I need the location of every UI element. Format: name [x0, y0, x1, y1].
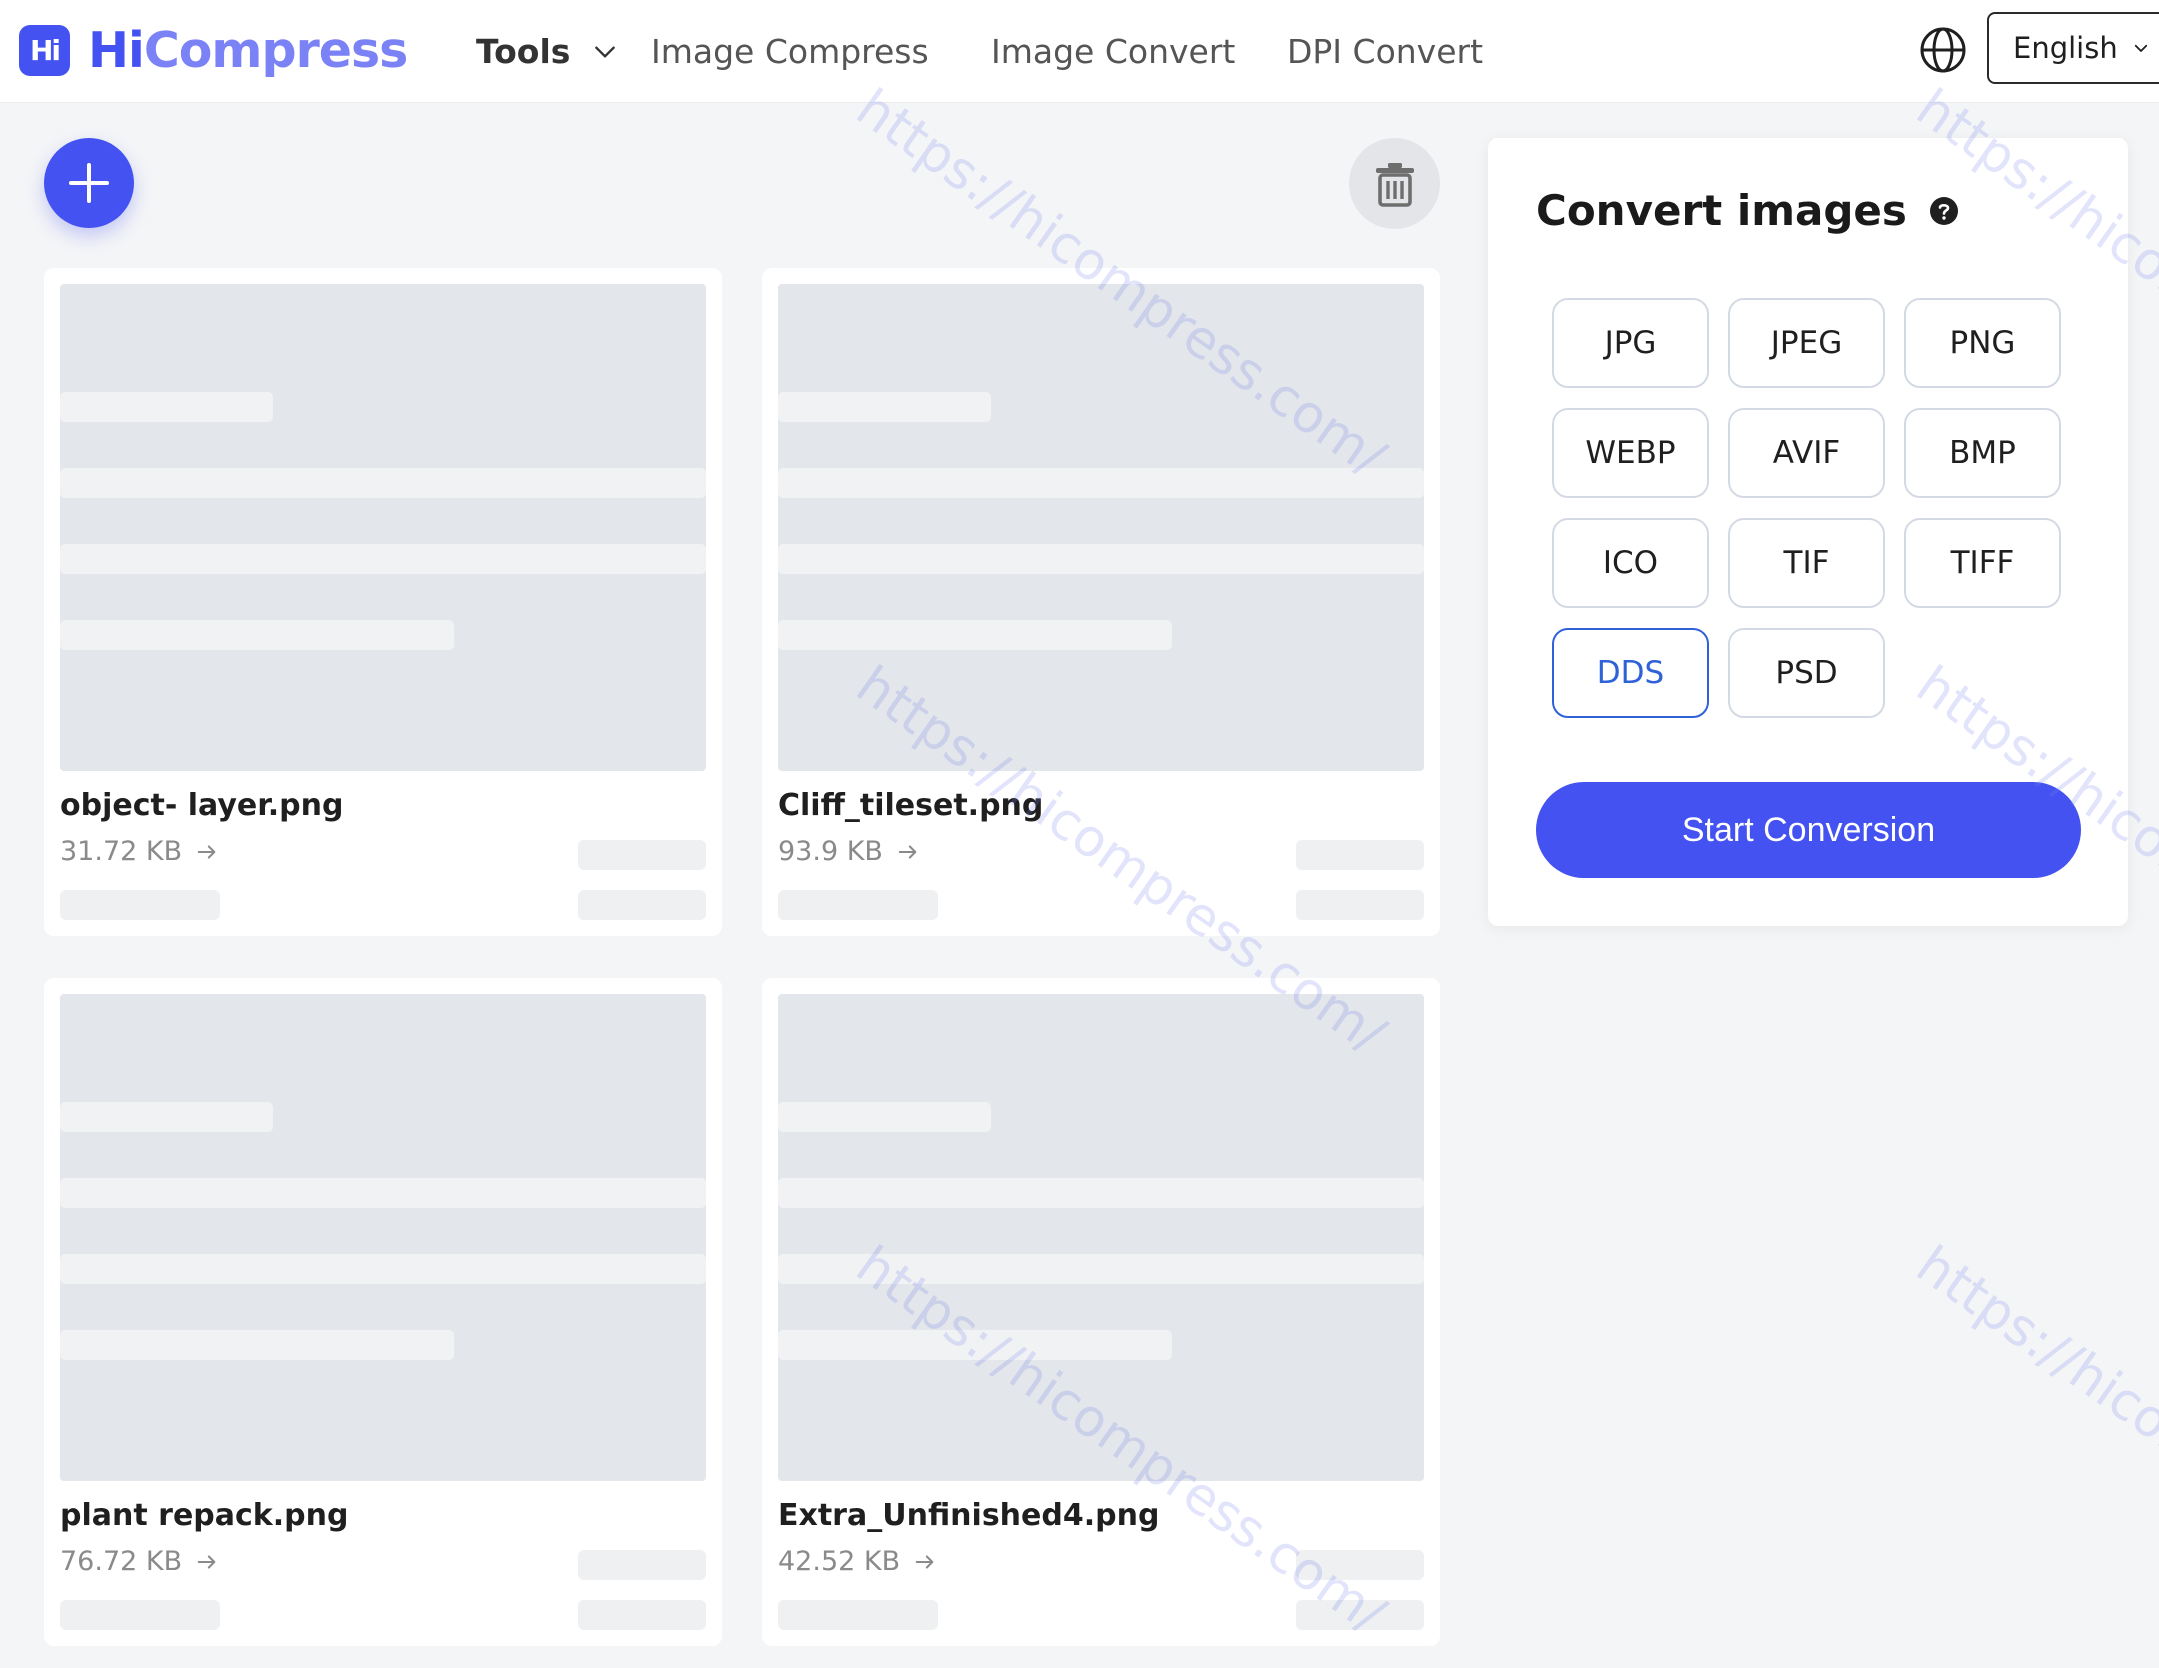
file-card[interactable]: Cliff_tileset.png 93.9 KB	[762, 268, 1440, 936]
logo-text: HiCompress	[88, 21, 408, 79]
chevron-down-icon	[2134, 44, 2147, 52]
arrow-right-icon	[197, 844, 216, 859]
file-size: 93.9 KB	[778, 836, 919, 867]
skeleton-bar	[1296, 890, 1424, 920]
format-ico[interactable]: ICO	[1552, 518, 1709, 608]
skeleton-bar	[1296, 1550, 1424, 1580]
format-bmp[interactable]: BMP	[1904, 408, 2061, 498]
skeleton-bar	[60, 1600, 220, 1630]
skeleton-bar	[578, 890, 706, 920]
question-circle-icon[interactable]	[1929, 196, 1959, 226]
file-card[interactable]: object- layer.png 31.72 KB	[44, 268, 722, 936]
skeleton-bar	[60, 890, 220, 920]
file-card[interactable]: Extra_Unfinished4.png 42.52 KB	[762, 978, 1440, 1646]
skeleton-bar	[60, 468, 706, 498]
skeleton-bar	[778, 1178, 1424, 1208]
file-thumbnail-placeholder	[60, 284, 706, 771]
skeleton-bar	[778, 1102, 991, 1132]
file-name: Cliff_tileset.png	[778, 788, 1044, 823]
arrow-right-icon	[197, 1554, 216, 1569]
skeleton-bar	[578, 840, 706, 870]
language-select[interactable]: English	[1987, 12, 2159, 84]
watermark: https://hicompress.com/	[1905, 1235, 2159, 1646]
arrow-right-icon	[898, 844, 917, 859]
format-dds[interactable]: DDS	[1552, 628, 1709, 718]
nav-tools-dropdown[interactable]: Tools	[476, 0, 618, 103]
nav-tools-label: Tools	[476, 32, 571, 71]
skeleton-bar	[578, 1550, 706, 1580]
panel-title: Convert images	[1536, 186, 1959, 235]
skeleton-bar	[1296, 840, 1424, 870]
chevron-down-icon	[595, 45, 616, 58]
skeleton-bar	[578, 1600, 706, 1630]
delete-all-button[interactable]	[1349, 138, 1440, 229]
skeleton-bar	[1296, 1600, 1424, 1630]
skeleton-bar	[778, 468, 1424, 498]
skeleton-bar	[778, 392, 991, 422]
nav-image-convert[interactable]: Image Convert	[991, 0, 1235, 103]
logo-mark-icon: Hi	[19, 24, 70, 76]
file-name: plant repack.png	[60, 1498, 349, 1533]
file-thumbnail-placeholder	[60, 994, 706, 1481]
globe-icon[interactable]	[1918, 25, 1968, 75]
top-header: Hi HiCompress Tools Image Compress Image…	[0, 0, 2159, 103]
skeleton-bar	[778, 890, 938, 920]
plus-icon	[69, 163, 109, 203]
skeleton-bar	[778, 620, 1172, 650]
skeleton-bar	[60, 1330, 454, 1360]
file-name: object- layer.png	[60, 788, 344, 823]
skeleton-bar	[778, 544, 1424, 574]
file-name: Extra_Unfinished4.png	[778, 1498, 1160, 1533]
format-webp[interactable]: WEBP	[1552, 408, 1709, 498]
skeleton-bar	[60, 1254, 706, 1284]
start-conversion-button[interactable]: Start Conversion	[1536, 782, 2081, 878]
skeleton-bar	[60, 392, 273, 422]
skeleton-bar	[60, 1102, 273, 1132]
file-size: 31.72 KB	[60, 836, 218, 867]
skeleton-bar	[778, 1254, 1424, 1284]
format-psd[interactable]: PSD	[1728, 628, 1885, 718]
logo[interactable]: Hi HiCompress	[19, 21, 408, 79]
nav-dpi-convert[interactable]: DPI Convert	[1287, 0, 1483, 103]
format-avif[interactable]: AVIF	[1728, 408, 1885, 498]
format-png[interactable]: PNG	[1904, 298, 2061, 388]
skeleton-bar	[60, 1178, 706, 1208]
format-jpeg[interactable]: JPEG	[1728, 298, 1885, 388]
language-value: English	[2013, 31, 2118, 65]
file-size: 76.72 KB	[60, 1546, 218, 1577]
trash-icon	[1375, 162, 1414, 207]
skeleton-bar	[60, 620, 454, 650]
skeleton-bar	[778, 1330, 1172, 1360]
file-thumbnail-placeholder	[778, 994, 1424, 1481]
arrow-right-icon	[915, 1554, 934, 1569]
file-card[interactable]: plant repack.png 76.72 KB	[44, 978, 722, 1646]
skeleton-bar	[60, 544, 706, 574]
skeleton-bar	[778, 1600, 938, 1630]
add-files-button[interactable]	[44, 138, 134, 228]
format-jpg[interactable]: JPG	[1552, 298, 1709, 388]
format-tiff[interactable]: TIFF	[1904, 518, 2061, 608]
convert-panel: Convert images JPG JPEG PNG WEBP AVIF BM…	[1488, 138, 2128, 926]
nav-image-compress[interactable]: Image Compress	[651, 0, 929, 103]
file-thumbnail-placeholder	[778, 284, 1424, 771]
file-size: 42.52 KB	[778, 1546, 936, 1577]
format-tif[interactable]: TIF	[1728, 518, 1885, 608]
